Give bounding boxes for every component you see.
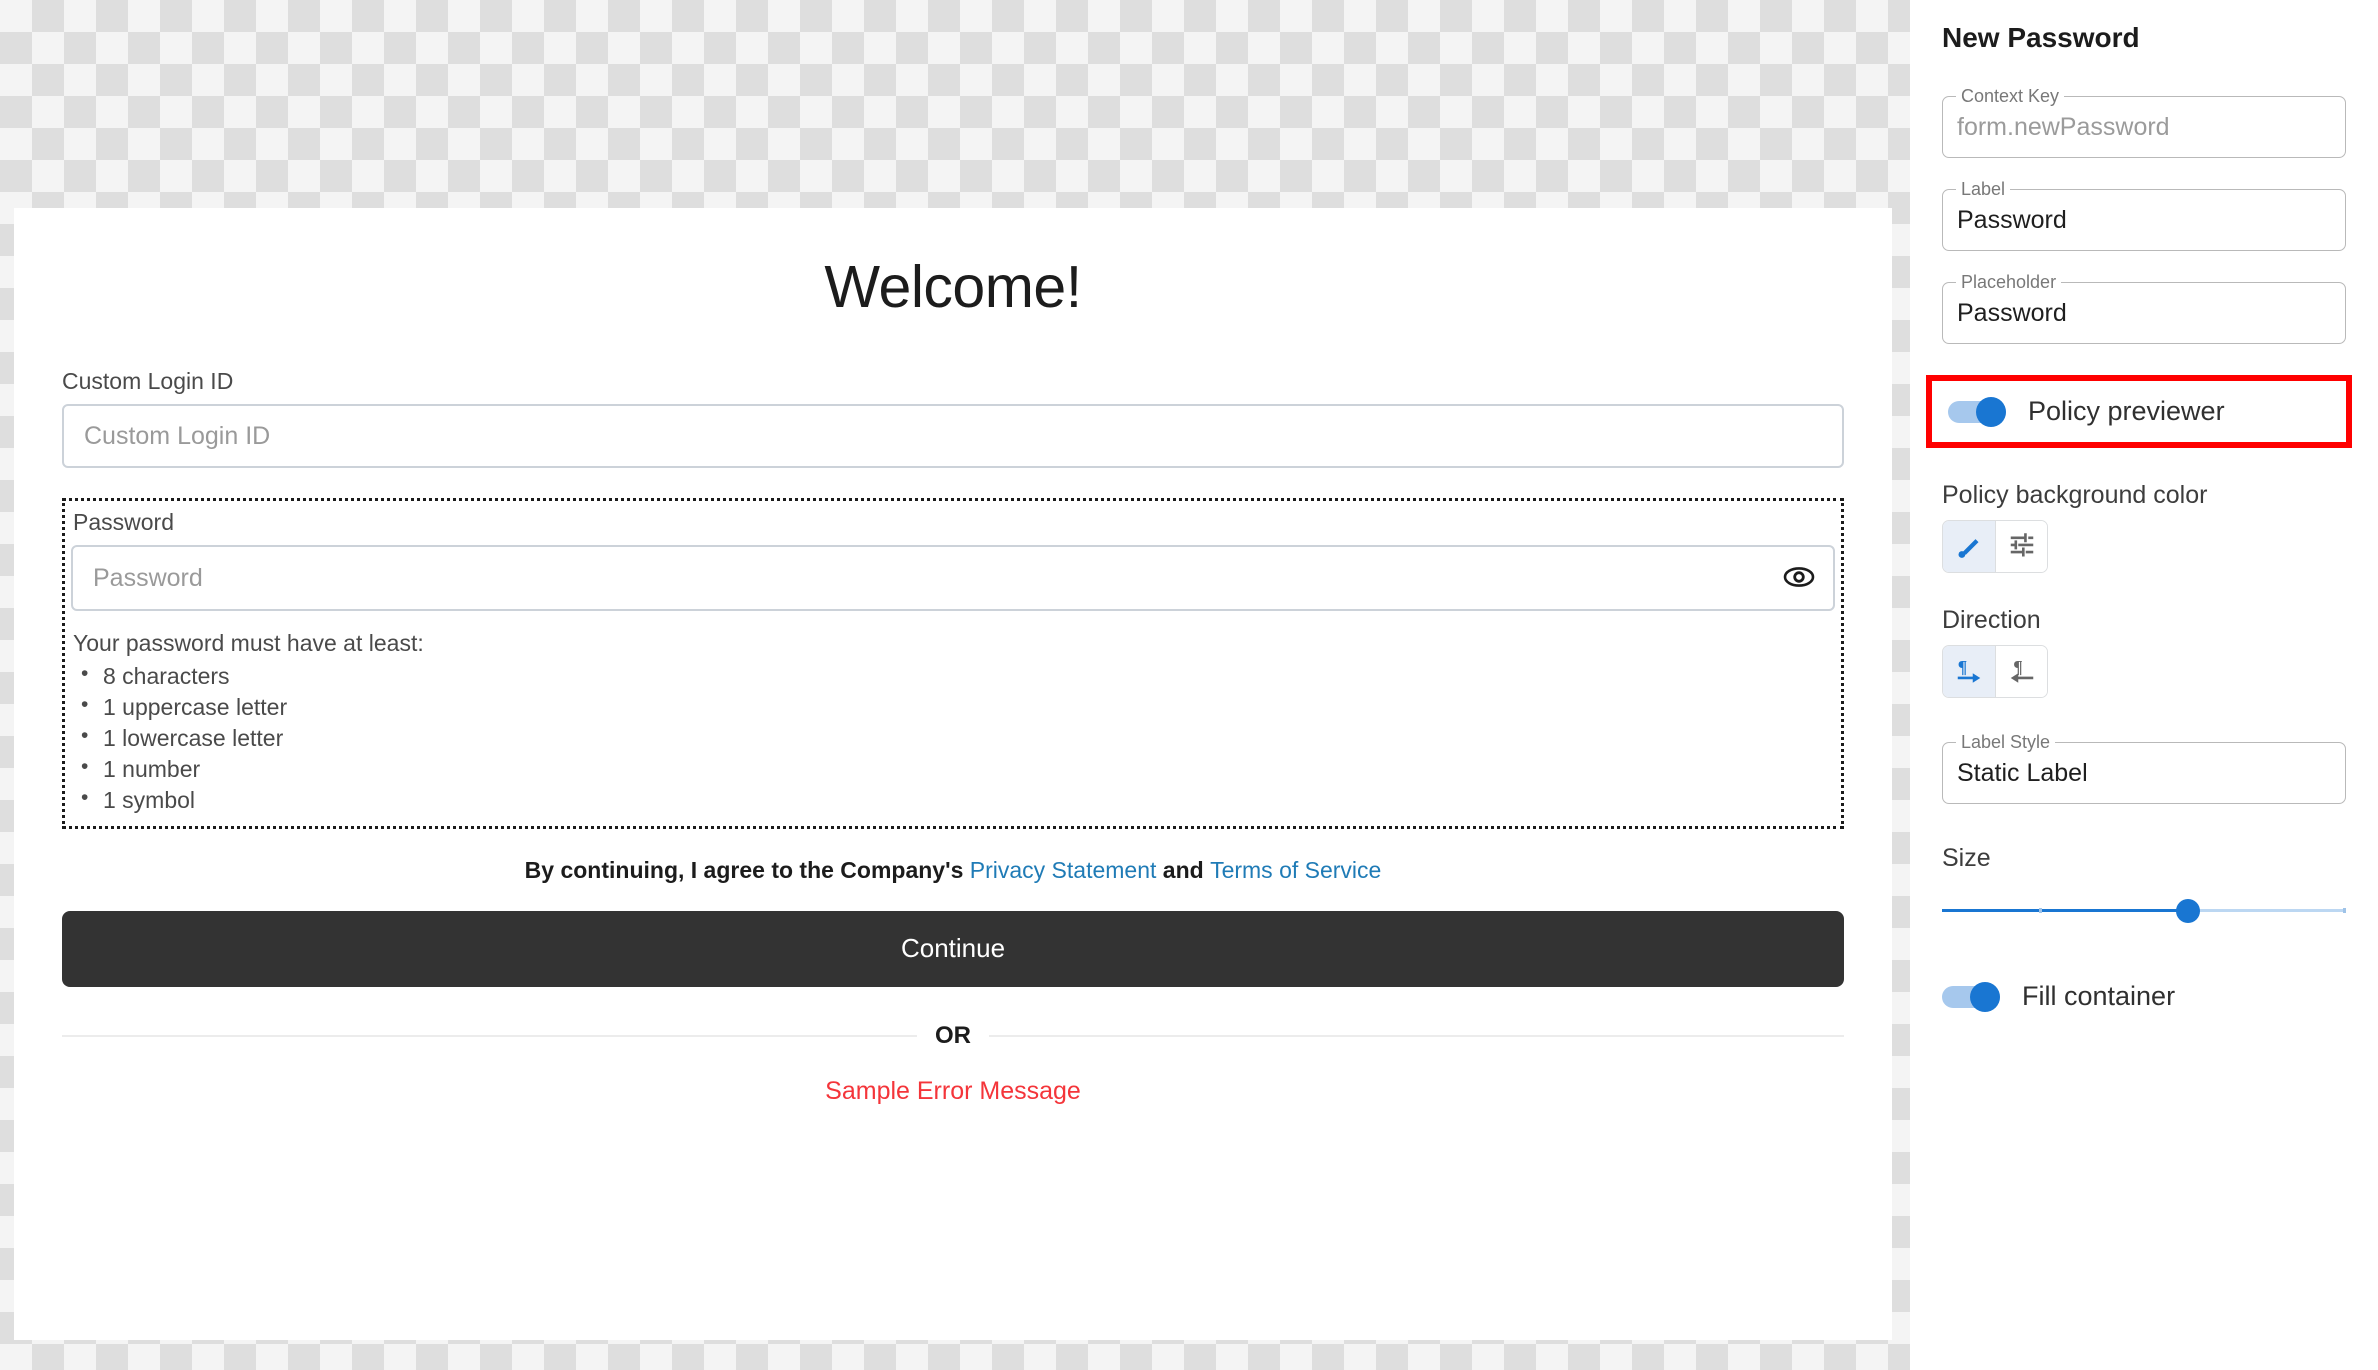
fill-container-row[interactable]: Fill container [1942,981,2346,1012]
format-textdirection-l-to-r-icon: ¶ [1954,655,1984,688]
password-widget-selection-outline[interactable]: Password Password Your password must hav… [62,498,1844,830]
direction-rtl-button[interactable]: ¶ [1995,646,2047,697]
properties-panel: New Password Context Key form.newPasswor… [1910,0,2378,1370]
login-widget-card: Welcome! Custom Login ID Custom Login ID… [14,208,1892,1340]
policy-bg-brush-button[interactable] [1943,521,1995,572]
login-id-label: Custom Login ID [62,367,234,394]
direction-ltr-button[interactable]: ¶ [1943,646,1995,697]
toggle-knob [1976,396,2006,427]
fill-container-toggle[interactable] [1942,981,2000,1012]
privacy-statement-link[interactable]: Privacy Statement [970,857,1157,883]
or-divider: OR [62,1022,1844,1050]
password-placeholder: Password [93,563,203,592]
policy-previewer-highlight: Policy previewer [1926,375,2352,448]
list-item: 8 characters [81,660,1835,692]
label-style-legend: Label Style [1956,732,2056,754]
terms-of-service-link[interactable]: Terms of Service [1210,857,1381,883]
divider-rule-left [62,1034,917,1037]
placeholder-field-legend: Placeholder [1956,272,2062,294]
brush-icon [1954,530,1984,563]
terms-prefix: By continuing, I agree to the Company's [524,857,970,884]
svg-text:¶: ¶ [1958,657,1967,677]
label-field[interactable]: Label Password [1942,179,2346,251]
size-slider[interactable] [1942,899,2346,923]
list-item: 1 uppercase letter [81,691,1835,723]
password-label: Password [73,509,174,536]
size-label: Size [1942,844,1991,872]
divider-label: OR [935,1021,971,1049]
eye-icon [1782,565,1816,592]
password-policy-title: Your password must have at least: [73,630,424,657]
context-key-legend: Context Key [1956,86,2065,108]
continue-button[interactable]: Continue [62,910,1844,987]
label-style-value: Static Label [1957,758,2088,787]
label-field-value: Password [1957,205,2067,234]
login-id-placeholder: Custom Login ID [84,421,271,450]
tune-sliders-icon [2007,530,2037,563]
format-textdirection-r-to-l-icon: ¶ [2007,655,2037,688]
password-policy-list: 8 characters 1 uppercase letter 1 lowerc… [73,660,1835,816]
policy-previewer-row[interactable]: Policy previewer [1948,396,2330,427]
password-input[interactable]: Password [71,545,1835,612]
policy-background-color-label: Policy background color [1942,481,2208,509]
policy-background-color-group[interactable] [1942,520,2048,573]
page-title: Welcome! [824,254,1082,320]
slider-fill [1942,909,2189,912]
direction-group[interactable]: ¶ ¶ [1942,645,2048,698]
toggle-knob [1970,981,2000,1012]
panel-title: New Password [1942,22,2140,53]
password-policy-preview: Your password must have at least: 8 char… [73,629,1835,816]
login-id-field-group: Custom Login ID Custom Login ID [62,368,1844,469]
slider-tick [2343,908,2346,913]
context-key-field[interactable]: Context Key form.newPassword [1942,86,2346,158]
preview-canvas: Welcome! Custom Login ID Custom Login ID… [0,0,1910,1370]
terms-conjunction: and [1156,857,1211,884]
policy-previewer-toggle[interactable] [1948,396,2006,427]
list-item: 1 lowercase letter [81,722,1835,754]
context-key-value: form.newPassword [1957,112,2170,141]
terms-agreement-text: By continuing, I agree to the Company's … [62,856,1844,886]
login-id-input[interactable]: Custom Login ID [62,404,1844,469]
fill-container-label: Fill container [2022,981,2176,1011]
placeholder-field-value: Password [1957,298,2067,327]
label-style-select[interactable]: Label Style Static Label [1942,732,2346,804]
error-message: Sample Error Message [825,1076,1081,1105]
password-input-wrapper: Password [71,545,1835,612]
list-item: 1 number [81,753,1835,785]
policy-bg-tune-button[interactable] [1995,521,2047,572]
toggle-password-visibility-button[interactable] [1779,558,1819,598]
direction-label: Direction [1942,606,2041,634]
placeholder-field[interactable]: Placeholder Password [1942,272,2346,344]
label-field-legend: Label [1956,179,2011,201]
app-root: Welcome! Custom Login ID Custom Login ID… [0,0,2378,1370]
slider-tick [2038,908,2042,913]
list-item: 1 symbol [81,784,1835,816]
divider-rule-right [989,1034,1844,1037]
policy-previewer-label: Policy previewer [2028,396,2225,426]
slider-thumb[interactable] [2176,899,2201,923]
